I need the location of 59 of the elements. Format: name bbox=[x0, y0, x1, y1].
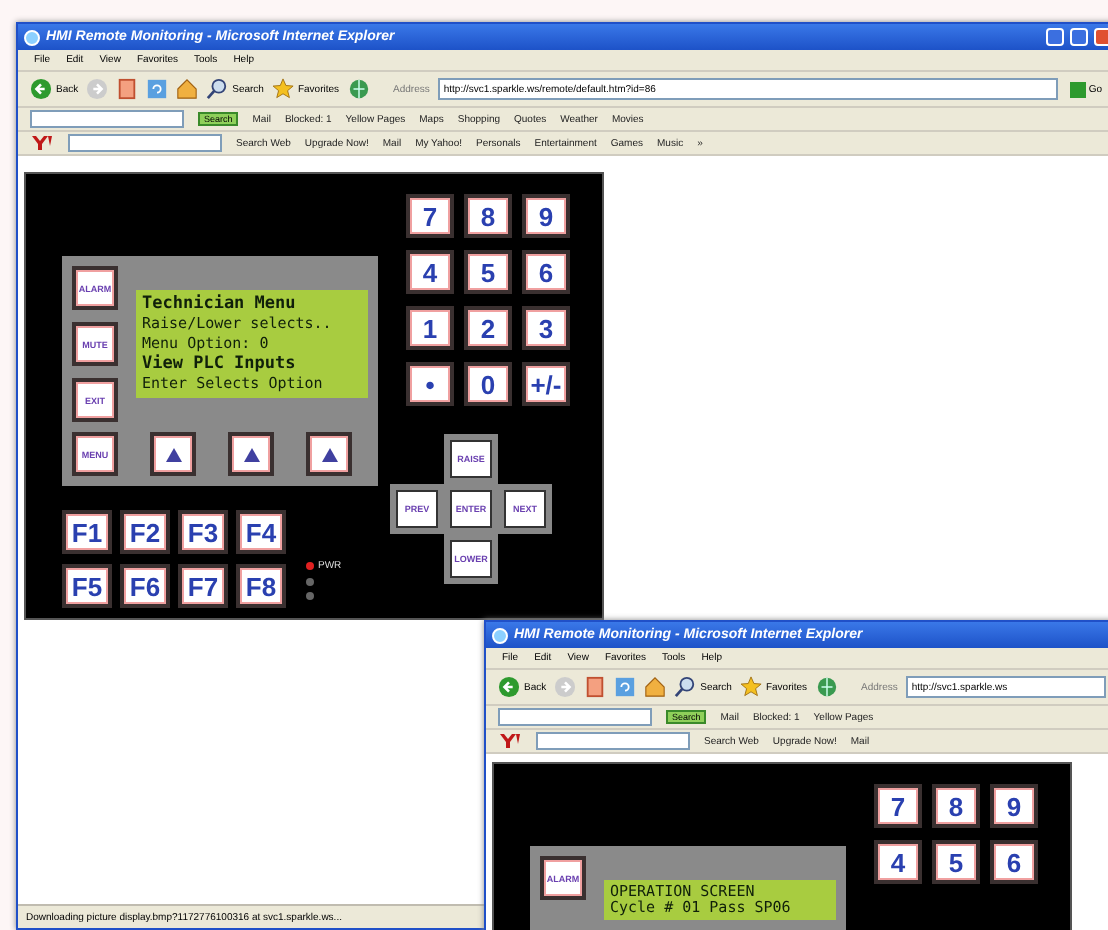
lcd-text: View PLC Inputs bbox=[142, 354, 298, 374]
numpad-key[interactable]: 8 bbox=[464, 194, 512, 238]
browser-icon bbox=[492, 627, 508, 643]
maximize-button[interactable] bbox=[1070, 28, 1088, 46]
function-key[interactable]: F2 bbox=[120, 510, 170, 554]
search-field[interactable] bbox=[498, 708, 652, 726]
browser-icon bbox=[24, 29, 40, 45]
function-key[interactable]: F3 bbox=[178, 510, 228, 554]
back-arrow-icon bbox=[30, 78, 52, 100]
search-field[interactable] bbox=[536, 732, 690, 750]
arrow-key-button[interactable] bbox=[150, 432, 196, 476]
numpad-key[interactable]: 6 bbox=[522, 250, 570, 294]
triangle-icon bbox=[243, 447, 259, 461]
numpad-key[interactable]: 3 bbox=[522, 306, 570, 350]
refresh-icon[interactable] bbox=[146, 78, 169, 100]
numpad-key[interactable]: 9 bbox=[990, 784, 1038, 828]
arrow-key-button[interactable] bbox=[306, 432, 352, 476]
numpad-key[interactable]: 5 bbox=[464, 250, 512, 294]
star-icon bbox=[739, 676, 762, 698]
function-key[interactable]: F8 bbox=[236, 564, 286, 608]
numpad-key[interactable]: 9 bbox=[522, 194, 570, 238]
search-icon bbox=[674, 676, 697, 698]
minimize-button[interactable] bbox=[1046, 28, 1064, 46]
numpad-key[interactable]: 4 bbox=[406, 250, 454, 294]
numpad-key[interactable]: 0 bbox=[464, 362, 512, 406]
function-key[interactable]: F6 bbox=[120, 564, 170, 608]
page-icon[interactable] bbox=[584, 676, 607, 698]
numpad-key[interactable]: 8 bbox=[932, 784, 980, 828]
function-key[interactable]: F1 bbox=[62, 510, 112, 554]
search-field[interactable] bbox=[30, 110, 184, 128]
globe-icon[interactable] bbox=[347, 78, 370, 100]
back-arrow-icon bbox=[498, 676, 520, 698]
function-key[interactable]: F4 bbox=[236, 510, 286, 554]
numpad-key[interactable]: 7 bbox=[874, 784, 922, 828]
numpad-key[interactable]: +/- bbox=[522, 362, 570, 406]
search-icon bbox=[206, 78, 229, 100]
numpad-key[interactable]: 1 bbox=[406, 306, 454, 350]
arrow-key-button[interactable] bbox=[228, 432, 274, 476]
triangle-icon bbox=[321, 447, 337, 461]
y-logo-icon[interactable] bbox=[498, 732, 522, 750]
function-key[interactable]: F7 bbox=[178, 564, 228, 608]
house-icon[interactable] bbox=[176, 78, 199, 100]
numpad-key[interactable]: 2 bbox=[464, 306, 512, 350]
numpad-key[interactable]: 7 bbox=[406, 194, 454, 238]
house-icon[interactable] bbox=[644, 676, 667, 698]
y-logo-icon[interactable] bbox=[30, 134, 54, 152]
close-button[interactable] bbox=[1094, 28, 1108, 46]
page-icon[interactable] bbox=[116, 78, 139, 100]
star-icon bbox=[271, 78, 294, 100]
numpad-key[interactable]: 6 bbox=[990, 840, 1038, 884]
numpad-key[interactable]: 5 bbox=[932, 840, 980, 884]
numpad-key[interactable]: • bbox=[406, 362, 454, 406]
triangle-icon bbox=[165, 447, 181, 461]
refresh-icon[interactable] bbox=[614, 676, 637, 698]
globe-icon[interactable] bbox=[815, 676, 838, 698]
lcd-text: Technician Menu bbox=[142, 294, 298, 314]
numpad-key[interactable]: 4 bbox=[874, 840, 922, 884]
function-key[interactable]: F5 bbox=[62, 564, 112, 608]
search-field[interactable] bbox=[68, 134, 222, 152]
